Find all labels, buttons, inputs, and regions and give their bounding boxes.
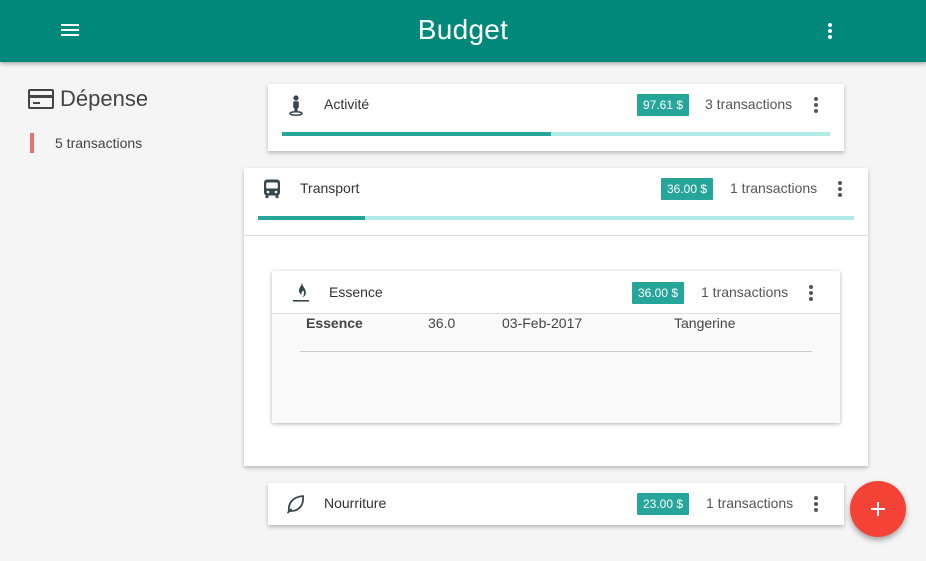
category-header[interactable]: Nourriture 23.00 $ 1 transactions xyxy=(268,483,844,525)
amount-badge: 23.00 $ xyxy=(637,493,690,515)
add-icon xyxy=(871,502,885,516)
more-vert-icon[interactable] xyxy=(804,492,828,516)
category-card-nourriture[interactable]: Nourriture 23.00 $ 1 transactions xyxy=(268,483,844,525)
more-vert-icon[interactable] xyxy=(799,281,823,305)
fuel-flame-icon xyxy=(293,282,309,302)
transaction-name: Essence xyxy=(306,315,363,331)
more-vert-icon[interactable] xyxy=(818,19,842,43)
transaction-count: 3 transactions xyxy=(705,96,793,112)
person-pin-icon xyxy=(289,95,303,117)
subcategory-card-essence[interactable]: Essence 36.00 $ 1 transactions Essence 3… xyxy=(272,271,840,423)
amount-badge: 36.00 $ xyxy=(661,178,714,200)
bus-icon xyxy=(264,179,280,198)
transaction-row[interactable]: Essence 36.0 03-Feb-2017 Tangerine xyxy=(300,315,812,352)
more-vert-icon[interactable] xyxy=(804,93,828,117)
transaction-amount: 36.0 xyxy=(428,315,456,331)
category-header[interactable]: Activité 97.61 $ 3 transactions xyxy=(268,84,844,126)
add-transaction-button[interactable] xyxy=(850,481,906,537)
category-header[interactable]: Transport 36.00 $ 1 transactions xyxy=(244,168,868,236)
transaction-count: 1 transactions xyxy=(701,284,789,300)
transaction-count: 1 transactions xyxy=(706,495,794,511)
category-card-activite[interactable]: Activité 97.61 $ 3 transactions xyxy=(268,84,844,151)
category-card-transport[interactable]: Transport 36.00 $ 1 transactions Essence… xyxy=(244,168,868,466)
budget-progress-fill xyxy=(282,132,551,136)
amount-badge: 97.61 $ xyxy=(637,94,690,116)
app-title: Budget xyxy=(417,14,509,45)
amount-badge: 36.00 $ xyxy=(632,282,685,304)
transaction-date: 03-Feb-2017 xyxy=(502,315,583,331)
leaf-icon xyxy=(287,495,304,514)
category-name: Nourriture xyxy=(324,495,387,511)
category-name: Activité xyxy=(324,96,370,112)
expense-transaction-count: 5 transactions xyxy=(30,133,142,153)
more-vert-icon[interactable] xyxy=(828,177,852,201)
transaction-count: 1 transactions xyxy=(730,180,818,196)
expense-title: Dépense xyxy=(60,86,149,111)
subcategory-name: Essence xyxy=(329,284,383,300)
budget-progress-fill xyxy=(258,216,366,220)
category-name: Transport xyxy=(300,180,360,196)
expense-summary-header: Dépense xyxy=(28,86,148,112)
subcategory-header[interactable]: Essence 36.00 $ 1 transactions xyxy=(272,271,840,314)
credit-card-icon xyxy=(28,89,54,109)
budget-progress-bar xyxy=(282,132,830,136)
app-bar: Budget xyxy=(0,0,926,62)
transaction-account: Tangerine xyxy=(674,315,736,331)
budget-progress-bar xyxy=(258,216,854,220)
